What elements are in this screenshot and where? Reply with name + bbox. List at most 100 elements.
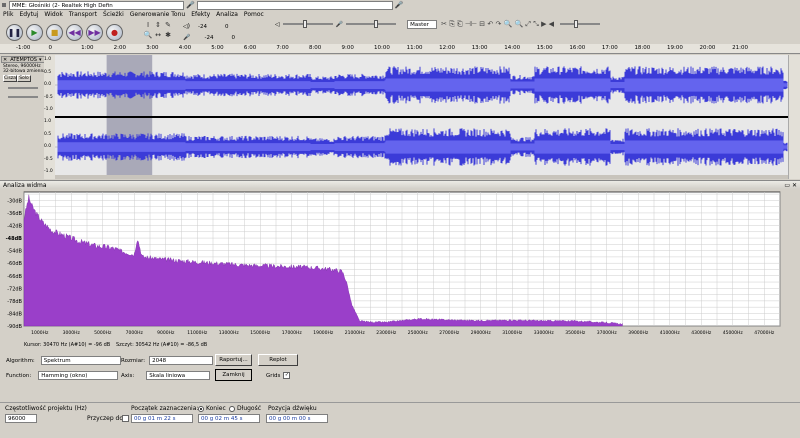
replot-button[interactable]: Replot: [258, 354, 298, 366]
length-radio[interactable]: [229, 406, 235, 412]
menu-transport[interactable]: Transport: [69, 11, 97, 18]
host-select[interactable]: MME: Głośniki (2- Realtek High Defin: [9, 0, 184, 10]
play-button[interactable]: ▶: [26, 23, 43, 41]
axis-label: Axis:: [121, 372, 135, 379]
pause-button[interactable]: ❚❚: [6, 23, 23, 41]
waveform[interactable]: 1.00.50.0-0.5-1.01.00.50.0-0.5-1.0: [55, 55, 788, 179]
menu-effects[interactable]: Efekty: [191, 11, 210, 18]
size-select[interactable]: 2048: [149, 356, 214, 365]
input-device-select[interactable]: [196, 0, 393, 10]
menu-file[interactable]: Plik: [3, 11, 13, 18]
y-tick-label: -54dB: [7, 249, 22, 255]
pan-slider[interactable]: [8, 96, 38, 98]
close-button[interactable]: Zamknij: [215, 369, 252, 381]
x-tick-label: 33000Hz: [534, 330, 555, 336]
menu-tracks[interactable]: Ścieżki: [103, 11, 124, 18]
zoom-tool-icon[interactable]: 🔍: [143, 30, 153, 40]
tools-toolbar: I ⇕ ✎ 🔍 ↔ ✱: [143, 20, 183, 42]
menu-generate[interactable]: Generowanie Tonu: [130, 11, 185, 18]
amplitude-scale-label: -1.0: [44, 169, 53, 174]
gain-slider[interactable]: [8, 87, 38, 89]
snap-label: Przyczep do: [87, 415, 124, 422]
menu-analyze[interactable]: Analiza: [216, 11, 238, 18]
menu-view[interactable]: Widok: [44, 11, 62, 18]
x-tick-label: 45000Hz: [723, 330, 744, 336]
export-button[interactable]: Raportuj...: [215, 354, 252, 366]
x-tick-label: 23000Hz: [376, 330, 397, 336]
record-volume-slider[interactable]: [346, 20, 397, 28]
waveform-rms-2: [57, 140, 788, 154]
envelope-tool-icon[interactable]: ⇕: [153, 20, 163, 30]
ruler-tick-label: 7:00: [276, 45, 289, 51]
y-tick-label: -42dB: [7, 224, 22, 230]
end-label: Koniec: [206, 405, 226, 412]
function-label: Function:: [6, 372, 32, 379]
menu-edit[interactable]: Edytuj: [19, 11, 38, 18]
y-tick-label: -72dB: [7, 286, 22, 292]
grids-checkbox[interactable]: ✓: [283, 372, 291, 379]
edit-tools-icons[interactable]: ✂ ⎘ ⎗ ⊣⊢ ⊟ ↶ ↷ 🔍 🔍 ⤢ ⤡ ▶ ◀: [441, 20, 554, 29]
close-track-icon[interactable]: ✕: [3, 57, 7, 63]
peak-readout: Szczyt: 30542 Hz (A#10) = -86,5 dB: [116, 342, 208, 348]
size-row: Rozmiar: 2048: [121, 356, 214, 365]
ruler-tick-label: 12:00: [439, 45, 455, 51]
stop-button[interactable]: ■: [46, 23, 63, 41]
y-tick-label: -84dB: [7, 311, 22, 317]
ruler-tick-label: 1:00: [81, 45, 94, 51]
spectrum-titlebar: Analiza widma ▭ ✕: [0, 180, 800, 189]
vertical-scrollbar[interactable]: [788, 55, 800, 179]
ruler-tick-label: 0: [48, 45, 53, 51]
algorithm-select[interactable]: Spektrum: [40, 356, 121, 365]
device-bar: MME: Głośniki (2- Realtek High Defin 🎤 🎤: [0, 0, 800, 10]
selection-end-field[interactable]: 00 g 02 m 45 s: [198, 414, 260, 423]
audio-position-field[interactable]: 00 g 00 m 00 s: [266, 414, 328, 423]
ruler-tick-label: 13:00: [471, 45, 488, 51]
record-icon: ●: [111, 27, 118, 37]
record-button[interactable]: ●: [106, 23, 123, 41]
track-menu-icon[interactable]: ▾: [39, 57, 42, 63]
axis-select[interactable]: Skala liniowa: [146, 371, 211, 380]
y-tick-label: -48dB: [6, 236, 23, 242]
x-tick-label: 13000Hz: [219, 330, 240, 336]
y-tick-label: -60dB: [7, 261, 22, 267]
spectrum-chart[interactable]: -30dB -36dB -42dB -48dB -54dB -60dB -66dB -72dB…: [0, 190, 796, 340]
x-tick-label: 21000Hz: [345, 330, 366, 336]
y-tick-label: -36dB: [7, 211, 22, 217]
function-select[interactable]: Hamming (okno): [38, 371, 119, 380]
x-tick-label: 17000Hz: [282, 330, 303, 336]
selection-start-field[interactable]: 00 g 01 m 22 s: [131, 414, 193, 423]
y-tick-label: -90dB: [7, 324, 22, 330]
algorithm-label: Algorithm:: [6, 357, 35, 364]
snap-checkbox[interactable]: [122, 415, 129, 422]
draw-tool-icon[interactable]: ✎: [163, 20, 173, 30]
menu-help[interactable]: Pomoc: [244, 11, 264, 18]
mic-meter-icon: 🎤: [183, 34, 191, 41]
selection-start-label: Początek zaznaczenia:: [131, 405, 199, 412]
timeshift-tool-icon[interactable]: ↔: [153, 30, 163, 40]
spectrum-title: Analiza widma: [3, 181, 47, 189]
amplitude-scale-label: -0.5: [44, 94, 53, 100]
select-tool-icon[interactable]: I: [143, 20, 153, 30]
end-radio[interactable]: [198, 406, 204, 412]
project-rate-select[interactable]: 96000: [5, 414, 37, 423]
timeline-ruler[interactable]: -1:00 0 1:00 2:00 3:00 4:00 5:00 6:00 7:00 8:00 9:…: [0, 44, 800, 54]
x-tick-label: 3000Hz: [63, 330, 81, 336]
amplitude-scale: 1.0 0.5 0.0 -0.5 -1.0 1.0 0.5 0.0 -0.5 -1.0: [44, 55, 55, 179]
solo-button[interactable]: Solo: [17, 75, 31, 82]
ruler-tick-label: 8:00: [308, 45, 322, 51]
x-tick-label: 1000Hz: [31, 330, 49, 336]
channel-select[interactable]: Master: [407, 19, 438, 29]
size-label: Rozmiar:: [121, 357, 146, 364]
menubar: Plik Edytuj Widok Transport Ścieżki Gene…: [3, 10, 270, 19]
window-buttons-icon[interactable]: ▭ ✕: [784, 182, 797, 189]
skip-end-button[interactable]: ▶▶: [86, 23, 103, 41]
track-name[interactable]: ATEMPTOS: [10, 57, 37, 63]
speed-slider[interactable]: [560, 20, 601, 28]
x-tick-label: 31000Hz: [502, 330, 523, 336]
mute-button[interactable]: Cisza: [3, 75, 17, 82]
x-tick-label: 9000Hz: [157, 330, 175, 336]
stop-icon: ■: [50, 27, 59, 37]
speaker-meter-icon: ◁): [183, 23, 190, 30]
skip-start-button[interactable]: ◀◀: [66, 23, 83, 41]
multi-tool-icon[interactable]: ✱: [163, 30, 173, 40]
